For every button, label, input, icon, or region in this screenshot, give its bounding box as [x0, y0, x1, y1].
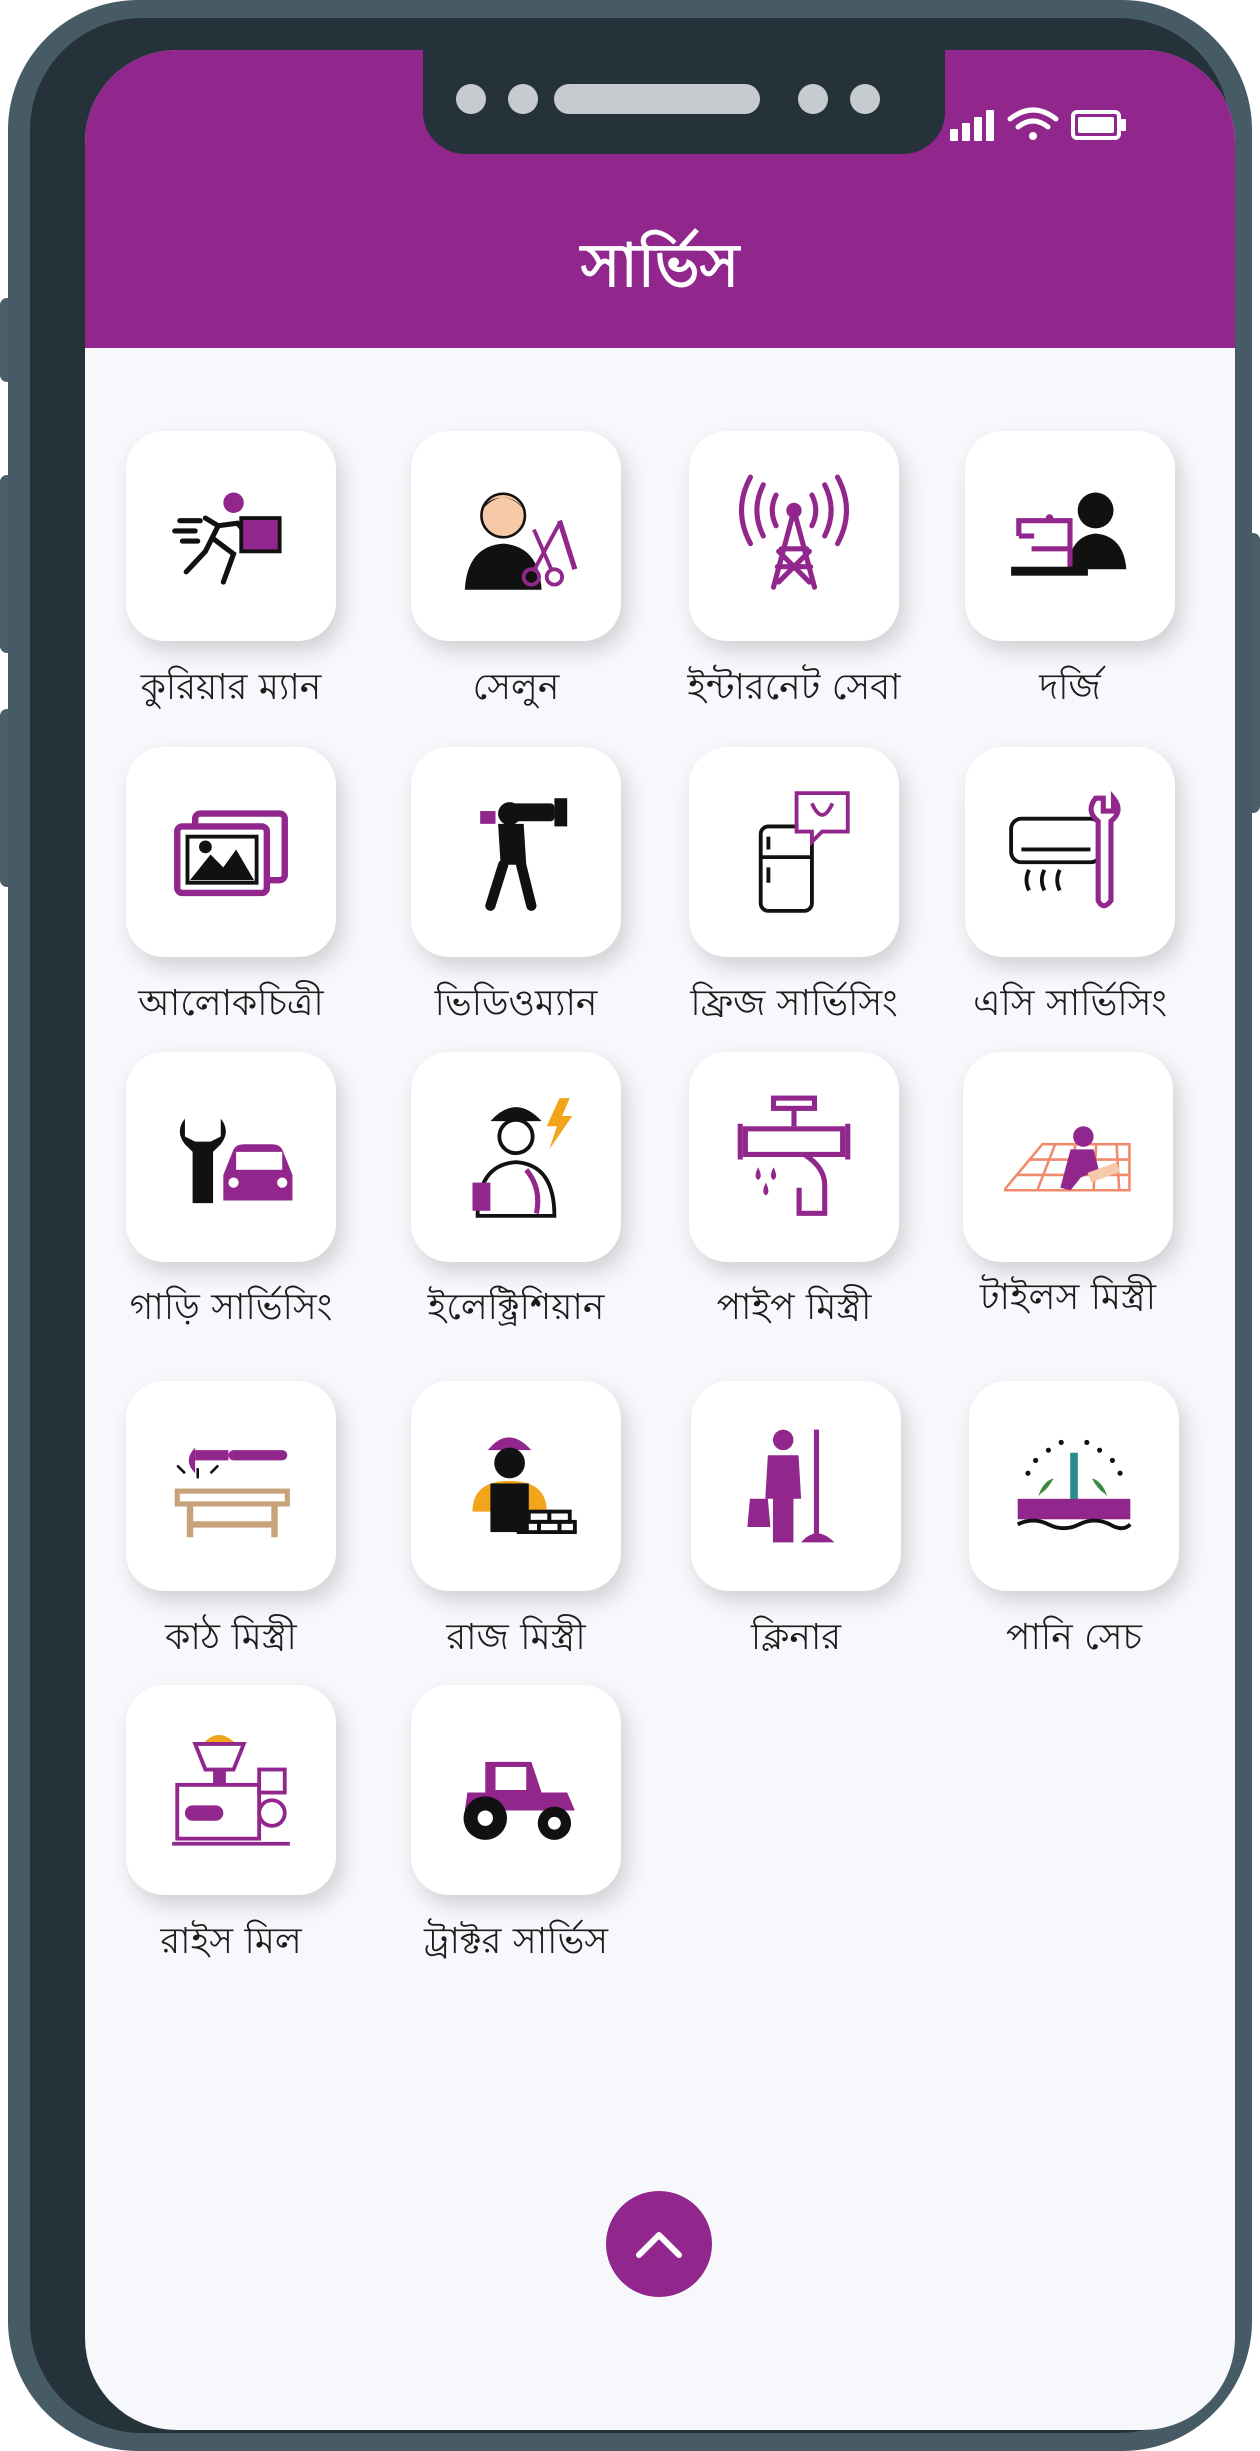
service-tile-electrician[interactable] — [411, 1052, 621, 1262]
service-tile-cleaner[interactable] — [691, 1381, 901, 1591]
videographer-icon — [480, 798, 568, 911]
service-label-tractor: ট্রাক্টর সার্ভিস — [423, 1921, 609, 1962]
electrician-icon — [472, 1098, 573, 1218]
page-title: সার্ভিস — [580, 231, 740, 301]
fridge-service-icon — [758, 791, 850, 913]
signal-icon — [950, 110, 994, 141]
service-label-videographer: ভিডিওম্যান — [434, 983, 598, 1024]
service-label-ac: এসি সার্ভিসিং — [973, 983, 1167, 1024]
salon-icon — [464, 492, 578, 590]
service-label-carpenter: কাঠ মিস্ত্রী — [165, 1617, 297, 1658]
notch-sensor — [850, 84, 880, 114]
service-tile-mason[interactable] — [411, 1381, 621, 1591]
car-service-icon — [179, 1118, 293, 1204]
services-grid: কুরিয়ার ম্যান সেলুন ইন্টারনেট সেবা দর্জ… — [85, 348, 1235, 2430]
notch-sensor — [456, 84, 486, 114]
courier-icon — [172, 492, 282, 585]
service-tile-carpenter[interactable] — [126, 1381, 336, 1591]
service-label-plumber: পাইপ মিস্ত্রী — [716, 1287, 872, 1328]
phone-frame: সার্ভিস কুরিয়ার ম্যান সেলুন ইন্টারনেট স… — [8, 0, 1252, 2451]
service-tile-plumber[interactable] — [689, 1052, 899, 1262]
service-tile-courier[interactable] — [126, 431, 336, 641]
service-label-car: গাড়ি সার্ভিসিং — [129, 1287, 333, 1328]
phone-bezel: সার্ভিস কুরিয়ার ম্যান সেলুন ইন্টারনেট স… — [30, 18, 1235, 2433]
app-header: সার্ভিস — [85, 50, 1235, 348]
app-screen: সার্ভিস কুরিয়ার ম্যান সেলুন ইন্টারনেট স… — [85, 50, 1235, 2430]
service-label-courier: কুরিয়ার ম্যান — [140, 667, 322, 708]
internet-tower-icon — [739, 474, 849, 590]
wifi-icon — [1007, 107, 1059, 140]
carpenter-icon — [174, 1447, 290, 1538]
service-tile-tractor[interactable] — [411, 1685, 621, 1895]
rice-mill-icon — [172, 1734, 290, 1846]
service-label-electrician: ইলেক্ট্রিশিয়ান — [427, 1287, 605, 1328]
tiles-worker-icon — [1004, 1126, 1131, 1192]
notch-camera — [508, 84, 538, 114]
service-tile-salon[interactable] — [411, 431, 621, 641]
service-label-fridge: ফ্রিজ সার্ভিসিং — [690, 983, 898, 1024]
battery-icon — [1071, 110, 1126, 140]
notch-sensor — [798, 84, 828, 114]
service-label-tailor: দর্জি — [1039, 667, 1101, 708]
service-label-salon: সেলুন — [472, 667, 560, 708]
service-tile-car[interactable] — [126, 1052, 336, 1262]
ac-service-icon — [1009, 790, 1121, 909]
service-tile-rice-mill[interactable] — [126, 1685, 336, 1895]
service-tile-internet[interactable] — [689, 431, 899, 641]
tailor-icon — [1011, 492, 1127, 576]
service-tile-tailor[interactable] — [965, 431, 1175, 641]
service-tile-videographer[interactable] — [411, 747, 621, 957]
tractor-icon — [463, 1761, 575, 1840]
service-tile-photographer[interactable] — [126, 747, 336, 957]
service-label-cleaner: ক্লিনার — [750, 1617, 842, 1658]
service-tile-irrigation[interactable] — [969, 1381, 1179, 1591]
service-tile-fridge[interactable] — [689, 747, 899, 957]
notch-speaker — [554, 84, 760, 114]
irrigation-icon — [1016, 1439, 1132, 1531]
service-label-rice-mill: রাইস মিল — [160, 1921, 302, 1962]
phone-notch — [423, 50, 945, 154]
service-label-irrigation: পানি সেচ — [1006, 1617, 1142, 1658]
service-label-mason: রাজ মিস্ত্রী — [446, 1617, 586, 1658]
service-label-photographer: আলোকচিত্রী — [138, 983, 324, 1024]
cleaner-icon — [747, 1429, 835, 1543]
photographer-icon — [174, 810, 288, 897]
scroll-to-top-button[interactable] — [606, 2191, 712, 2297]
service-label-internet: ইন্টারনেট সেবা — [687, 667, 901, 708]
chevron-up-icon — [636, 2232, 682, 2258]
service-label-tiles: টাইলস মিস্ত্রী — [979, 1277, 1157, 1318]
service-tile-tiles[interactable] — [963, 1052, 1173, 1262]
service-tile-ac[interactable] — [965, 747, 1175, 957]
mason-icon — [472, 1437, 577, 1534]
plumber-icon — [737, 1095, 851, 1216]
status-bar — [950, 105, 1150, 145]
